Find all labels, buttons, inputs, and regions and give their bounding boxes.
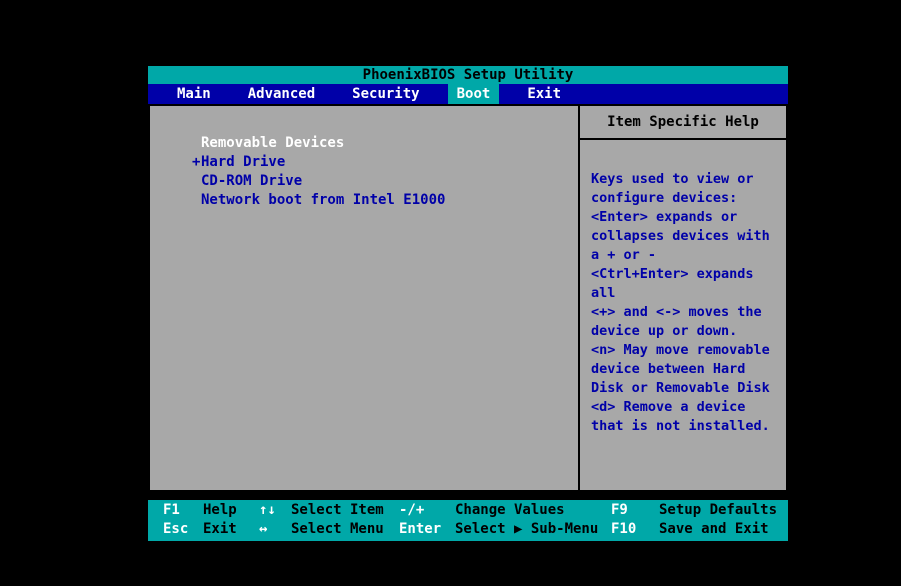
key-esc: Esc	[163, 521, 189, 537]
item-specific-help-panel: Item Specific Help Keys used to view or …	[578, 106, 786, 490]
tab-exit[interactable]: Exit	[518, 84, 570, 104]
hint-help: Help	[203, 502, 237, 518]
tab-security[interactable]: Security	[343, 84, 428, 104]
boot-item-hard-drive[interactable]: + Hard Drive	[192, 153, 578, 172]
expand-prefix	[192, 172, 201, 191]
hint-change-values: Change Values	[455, 502, 565, 518]
key-f10: F10	[611, 521, 637, 537]
help-text: Keys used to view or configure devices: …	[591, 171, 770, 434]
key-f1: F1	[163, 502, 180, 518]
boot-item-label: Hard Drive	[201, 154, 286, 170]
expand-prefix	[192, 191, 201, 210]
hint-exit: Exit	[203, 521, 237, 537]
tab-advanced[interactable]: Advanced	[239, 84, 324, 104]
boot-item-label: CD-ROM Drive	[201, 173, 303, 189]
help-panel-title: Item Specific Help	[580, 106, 786, 140]
boot-item-removable-devices[interactable]: Removable Devices	[192, 134, 578, 153]
key-hint-row-2: Esc Exit ↔ Select Menu Enter Select ▶ Su…	[148, 520, 788, 539]
hint-save-and-exit: Save and Exit	[659, 521, 769, 537]
hint-select-item: Select Item	[291, 502, 384, 518]
expand-prefix: +	[192, 154, 201, 170]
boot-device-list: Removable Devices + Hard Drive CD-ROM Dr…	[150, 106, 578, 490]
key-updown-arrows: ↑↓	[259, 502, 276, 518]
expand-prefix	[192, 134, 201, 153]
hint-setup-defaults: Setup Defaults	[659, 502, 778, 518]
help-title-text: Item Specific Help	[607, 114, 759, 130]
title-bar: PhoenixBIOS Setup Utility	[148, 66, 788, 84]
key-hint-bar: F1 Help ↑↓ Select Item -/+ Change Values…	[148, 500, 788, 541]
key-hint-row-1: F1 Help ↑↓ Select Item -/+ Change Values…	[148, 501, 788, 520]
page-title: PhoenixBIOS Setup Utility	[362, 67, 574, 83]
tab-main[interactable]: Main	[168, 84, 220, 104]
key-minus-plus: -/+	[399, 502, 425, 518]
key-leftright-arrows: ↔	[259, 521, 268, 537]
boot-item-label: Removable Devices	[201, 135, 345, 151]
key-enter: Enter	[399, 521, 442, 537]
boot-item-network-boot[interactable]: Network boot from Intel E1000	[192, 191, 578, 210]
hint-select-menu: Select Menu	[291, 521, 384, 537]
tab-boot[interactable]: Boot	[447, 84, 500, 104]
boot-item-cdrom-drive[interactable]: CD-ROM Drive	[192, 172, 578, 191]
key-f9: F9	[611, 502, 628, 518]
hint-select-submenu: Select ▶ Sub-Menu	[455, 521, 599, 537]
bios-setup-screen: PhoenixBIOS Setup Utility Main Advanced …	[148, 66, 788, 541]
menu-bar: Main Advanced Security Boot Exit	[148, 84, 788, 104]
main-panel: Removable Devices + Hard Drive CD-ROM Dr…	[148, 104, 788, 492]
boot-item-label: Network boot from Intel E1000	[201, 192, 446, 208]
